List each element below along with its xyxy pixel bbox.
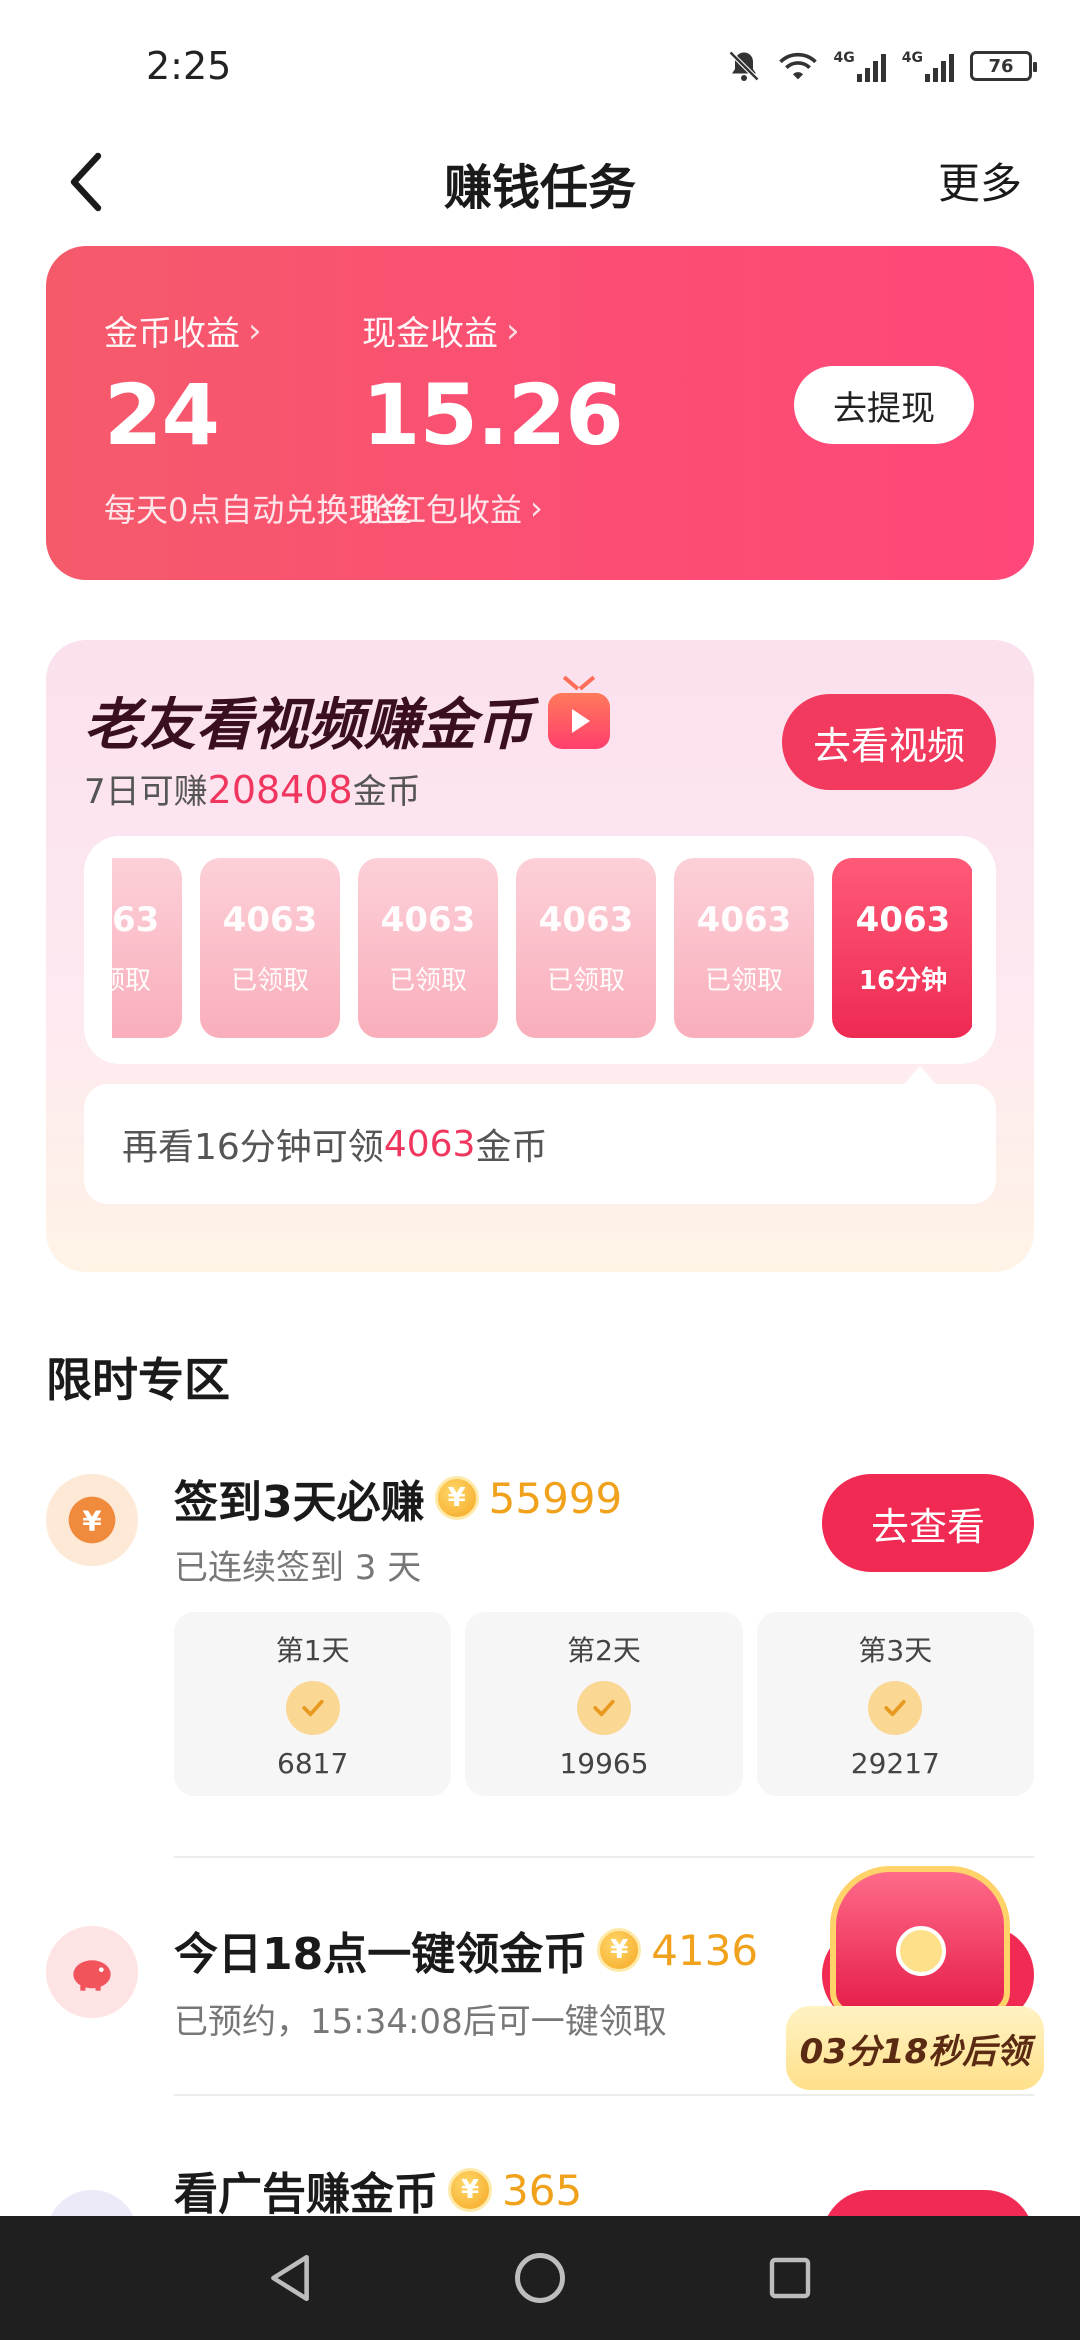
cash-earnings-label: 现金收益 xyxy=(362,314,498,354)
reward-tiles: 4063 已领取 4063 已领取 4063 已领取 4063 已领取 4063 已领取 4063 1… xyxy=(112,858,972,1042)
tile-value: 4063 xyxy=(380,899,476,940)
signin-day-1: 第1天 6817 xyxy=(174,1612,452,1796)
check-icon xyxy=(576,1680,631,1735)
day-label: 第3天 xyxy=(858,1633,933,1667)
status-bar: 2:25 4G 4G 76 xyxy=(0,0,1080,130)
reward-tile: 4063 已领取 xyxy=(358,858,498,1038)
task-desc-signin: 已连续签到 3 天 xyxy=(174,1548,422,1588)
tile-label: 已领取 xyxy=(112,965,151,996)
subtitle-amount: 208408 xyxy=(207,768,353,812)
wifi-icon xyxy=(778,49,818,83)
coin-icon: ¥ xyxy=(434,1476,479,1520)
tile-label: 已领取 xyxy=(546,965,625,996)
reward-tile: 4063 已领取 xyxy=(200,858,340,1038)
task-amount: 365 xyxy=(502,2165,583,2215)
task-name-ads: 看广告赚金币 ¥ 365 xyxy=(174,2158,582,2222)
status-time: 2:25 xyxy=(146,44,232,88)
video-task-subtitle: 7日可赚208408金币 xyxy=(84,764,421,813)
signal-2-icon: 4G xyxy=(902,50,954,82)
tv-icon xyxy=(548,692,610,749)
day-value: 19965 xyxy=(559,1746,649,1780)
task-title: 签到3天必赚 xyxy=(174,1477,425,1528)
treasure-chest-icon[interactable] xyxy=(820,1866,1020,2016)
tile-value: 4063 xyxy=(855,899,951,940)
chevron-right-icon: › xyxy=(506,310,520,351)
signin-day-2: 第2天 19965 xyxy=(465,1612,743,1796)
signal-1-icon: 4G xyxy=(834,50,886,82)
tip-suffix: 金币 xyxy=(475,1127,548,1168)
tile-label: 已领取 xyxy=(388,965,467,996)
reward-tile: 4063 已领取 xyxy=(674,858,814,1038)
task-title: 看广告赚金币 xyxy=(174,2169,438,2220)
divider xyxy=(174,2094,1034,2096)
tip-arrow xyxy=(904,1066,936,1084)
piggy-bank-icon xyxy=(46,1926,138,2018)
tile-value: 4063 xyxy=(538,899,634,940)
reward-tile: 4063 已领取 xyxy=(112,858,182,1038)
back-triangle-icon[interactable] xyxy=(260,2248,320,2308)
page-title: 赚钱任务 xyxy=(443,160,636,216)
tip-prefix: 再看16分钟可领 xyxy=(122,1127,384,1168)
cash-earnings-value: 15.26 xyxy=(362,366,624,464)
subtitle-suffix: 金币 xyxy=(352,772,421,812)
svg-text:¥: ¥ xyxy=(82,1505,102,1538)
video-task-card: 老友看视频赚金币 7日可赚208408金币 去看视频 4063已领取4063已领… xyxy=(46,640,1034,1272)
recents-square-icon[interactable] xyxy=(760,2248,820,2308)
reward-tiles-strip[interactable]: 4063 已领取 4063 已领取 4063 已领取 4063 已领取 4063 已领取 4063 1… xyxy=(84,836,996,1064)
check-icon xyxy=(285,1680,340,1735)
coin-earnings-label: 金币收益 xyxy=(104,314,240,354)
mute-bell-icon xyxy=(726,48,762,84)
tile-label: 已领取 xyxy=(230,965,309,996)
check-icon xyxy=(868,1680,923,1735)
task-title: 今日18点一键领金币 xyxy=(174,1929,588,1980)
tile-value: 4063 xyxy=(222,899,318,940)
video-task-title-row: 老友看视频赚金币 xyxy=(84,680,610,761)
day-label: 第1天 xyxy=(275,1633,350,1667)
task-name-signin: 签到3天必赚 ¥ 55999 xyxy=(174,1466,622,1530)
section-title: 限时专区 xyxy=(46,1353,230,1407)
tip-amount: 4063 xyxy=(383,1123,476,1165)
video-task-title: 老友看视频赚金币 xyxy=(84,693,532,758)
tile-label: 已领取 xyxy=(704,965,783,996)
task-amount: 4136 xyxy=(651,1925,759,1975)
yuan-coin-icon: ¥ xyxy=(46,1474,138,1566)
chevron-right-icon: › xyxy=(248,310,262,351)
home-circle-icon[interactable] xyxy=(510,2248,570,2308)
cash-earnings-block[interactable]: 现金收益 › 15.26 抢红包收益 › xyxy=(362,306,624,531)
battery-icon: 76 xyxy=(970,51,1037,81)
top-nav: 赚钱任务 更多 xyxy=(0,130,1080,240)
task-amount: 55999 xyxy=(488,1473,623,1523)
day-value: 6817 xyxy=(277,1746,349,1780)
subtitle-prefix: 7日可赚 xyxy=(84,772,208,812)
task-desc-collect: 已预约，15:34:08后可一键领取 xyxy=(174,2002,667,2042)
more-button[interactable]: 更多 xyxy=(938,150,1022,211)
day-label: 第2天 xyxy=(567,1633,641,1667)
view-signin-button[interactable]: 去查看 xyxy=(822,1474,1034,1572)
chevron-right-icon: › xyxy=(530,489,543,527)
tile-label: 16分钟 xyxy=(858,965,948,996)
status-icons: 4G 4G 76 xyxy=(726,44,1037,88)
chest-countdown-badge: 03分18秒后领 xyxy=(786,2006,1044,2090)
earnings-card: 金币收益 › 24 每天0点自动兑换现金 现金收益 › 15.26 抢红包收益 › 去… xyxy=(46,246,1034,580)
signin-day-3: 第3天 29217 xyxy=(756,1612,1034,1796)
coin-icon: ¥ xyxy=(597,1928,642,1972)
coin-icon: ¥ xyxy=(448,2168,492,2212)
divider xyxy=(174,1856,1034,1858)
day-value: 29217 xyxy=(850,1746,940,1780)
cash-earnings-note[interactable]: 抢红包收益 xyxy=(362,485,522,531)
withdraw-button[interactable]: 去提现 xyxy=(794,366,974,444)
reward-tile: 4063 已领取 xyxy=(516,858,656,1038)
video-tip: 再看16分钟可领 4063 金币 xyxy=(84,1084,996,1204)
tile-value: 4063 xyxy=(112,899,160,940)
signin-days: 第1天 6817 第2天 19965 第3天 29217 xyxy=(174,1612,1034,1796)
watch-video-button[interactable]: 去看视频 xyxy=(782,694,996,790)
system-nav-bar xyxy=(0,2216,1080,2340)
tile-value: 4063 xyxy=(696,899,792,940)
task-name-collect: 今日18点一键领金币 ¥ 4136 xyxy=(174,1918,758,1982)
reward-tile: 4063 16分钟 xyxy=(832,858,972,1038)
